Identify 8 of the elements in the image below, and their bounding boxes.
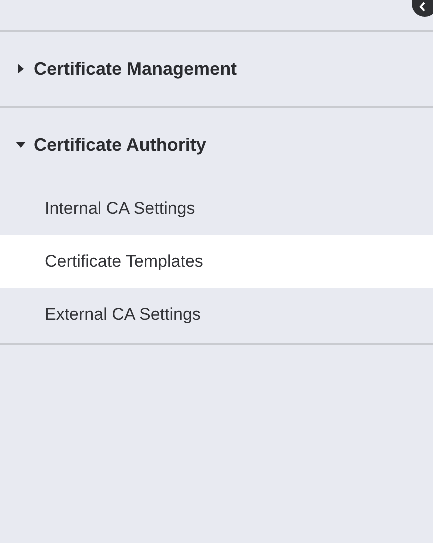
nav-item[interactable]: Certificate Templates (0, 235, 433, 288)
caret-down-icon (16, 140, 26, 150)
caret-right-icon (16, 64, 26, 74)
nav-item[interactable]: External CA Settings (0, 288, 433, 341)
section-header[interactable]: Certificate Management (0, 32, 433, 106)
nav-item[interactable]: Internal CA Settings (0, 182, 433, 235)
section-header[interactable]: Certificate Authority (0, 108, 433, 182)
chevron-left-icon (418, 2, 428, 12)
